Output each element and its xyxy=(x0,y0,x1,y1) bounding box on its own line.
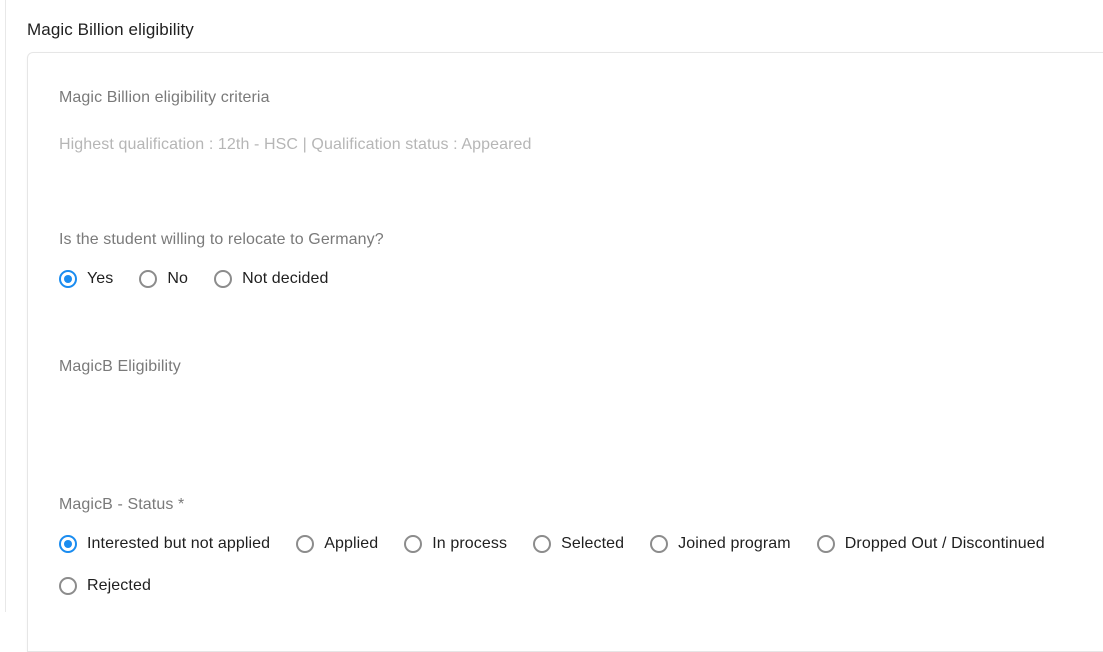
status-option-label: Rejected xyxy=(87,577,151,594)
relocate-field: Is the student willing to relocate to Ge… xyxy=(59,229,1103,289)
radio-unselected-icon xyxy=(404,535,423,553)
status-option-label: Interested but not applied xyxy=(87,535,271,552)
status-option-applied[interactable]: Applied xyxy=(296,534,378,554)
radio-unselected-icon xyxy=(59,577,77,595)
relocate-question: Is the student willing to relocate to Ge… xyxy=(59,231,384,248)
status-option-joined-program[interactable]: Joined program xyxy=(650,534,791,554)
status-option-dropped-out[interactable]: Dropped Out / Discontinued xyxy=(816,534,1045,554)
relocate-option-label: Not decided xyxy=(242,270,329,287)
criteria-summary: Highest qualification : 12th - HSC | Qua… xyxy=(59,136,532,153)
status-option-label: Dropped Out / Discontinued xyxy=(844,535,1045,552)
status-option-rejected[interactable]: Rejected xyxy=(59,576,151,596)
page-title: Magic Billion eligibility xyxy=(27,20,194,39)
radio-unselected-icon xyxy=(296,535,315,553)
radio-unselected-icon xyxy=(214,270,233,288)
magicb-status-radio-group[interactable]: Interested but not applied Applied In pr… xyxy=(59,534,1103,596)
status-option-label: Applied xyxy=(324,535,379,552)
radio-unselected-icon xyxy=(533,535,552,553)
status-option-label: Selected xyxy=(561,535,625,552)
magicb-status-label: MagicB - Status * xyxy=(59,496,185,513)
radio-unselected-icon xyxy=(650,535,669,553)
relocate-option-no[interactable]: No xyxy=(139,269,188,289)
magicb-eligibility-value xyxy=(59,396,659,468)
radio-selected-icon xyxy=(59,535,77,553)
relocate-option-label: No xyxy=(167,270,189,287)
relocate-radio-group[interactable]: Yes No Not decided xyxy=(59,269,1103,289)
status-option-label: In process xyxy=(432,535,508,552)
eligibility-card: Magic Billion eligibility criteria Highe… xyxy=(27,52,1103,652)
relocate-option-label: Yes xyxy=(87,270,114,287)
magicb-eligibility-label: MagicB Eligibility xyxy=(59,358,181,375)
relocate-option-yes[interactable]: Yes xyxy=(59,269,113,289)
relocate-option-not-decided[interactable]: Not decided xyxy=(214,269,329,289)
magicb-eligibility-field: MagicB Eligibility xyxy=(59,356,659,468)
status-option-in-process[interactable]: In process xyxy=(404,534,507,554)
radio-unselected-icon xyxy=(816,535,835,553)
status-option-interested-but-not-applied[interactable]: Interested but not applied xyxy=(59,534,270,554)
criteria-heading: Magic Billion eligibility criteria xyxy=(59,89,270,106)
magicb-status-field: MagicB - Status * Interested but not app… xyxy=(59,494,1103,596)
status-option-selected[interactable]: Selected xyxy=(533,534,624,554)
status-option-label: Joined program xyxy=(678,535,791,552)
radio-selected-icon xyxy=(59,270,77,288)
radio-unselected-icon xyxy=(139,270,158,288)
eligibility-page: Magic Billion eligibility Magic Billion … xyxy=(0,0,1103,652)
